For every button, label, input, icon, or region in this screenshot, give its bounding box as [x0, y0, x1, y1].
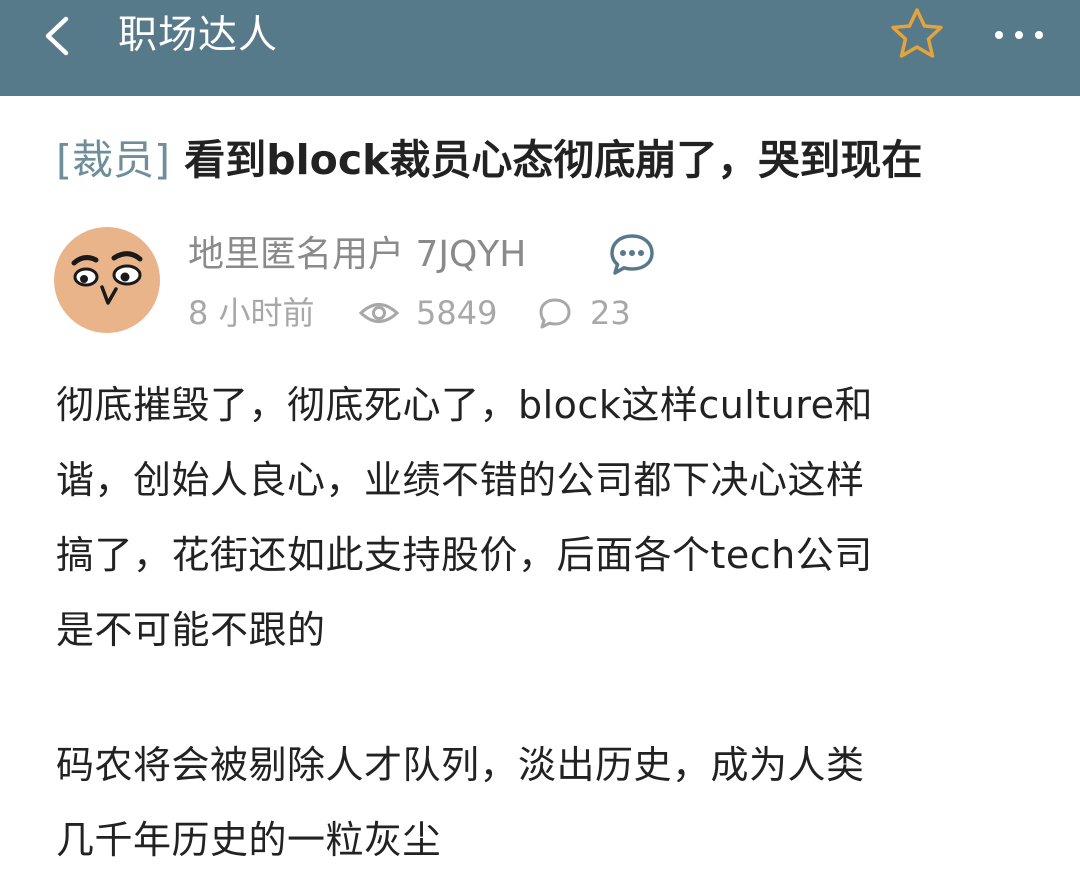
post-body-line: 码农将会被剔除人才队列，淡出历史，成为人类 [56, 743, 865, 787]
post-body-line: 几千年历史的一粒灰尘 [56, 818, 442, 862]
top-navigation-bar: 职场达人 [0, 0, 1080, 96]
more-dots-icon [995, 31, 1043, 39]
author-name[interactable]: 地里匿名用户 7JQYH [188, 228, 526, 282]
author-avatar[interactable] [54, 227, 160, 333]
post-body-line: 搞了，花街还如此支持股价，后面各个tech公司 [56, 533, 873, 577]
comment-icon [539, 298, 571, 329]
comment-count: 23 [590, 294, 631, 332]
eye-icon [358, 303, 400, 323]
back-button[interactable] [36, 14, 86, 58]
post-time: 8 小时前 [188, 294, 315, 332]
star-outline-icon [891, 8, 943, 58]
cartoon-face-avatar [54, 227, 160, 333]
favorite-button[interactable] [884, 4, 950, 66]
more-options-button[interactable] [988, 20, 1050, 50]
forum-title: 职场达人 [118, 13, 279, 58]
view-count: 5849 [416, 294, 498, 332]
chevron-left-icon [45, 16, 69, 56]
private-message-button[interactable] [608, 232, 656, 278]
post-body-line: 谐，创始人良心，业绩不错的公司都下决心这样 [56, 458, 865, 502]
post-body-line: 是不可能不跟的 [56, 608, 326, 652]
post-paragraph: 码农将会被剔除人才队列，淡出历史，成为人类 几千年历史的一粒灰尘 [56, 728, 1036, 878]
post-body-line: 彻底摧毁了，彻底死心了，block这样culture和 [56, 383, 874, 427]
post-paragraph: 彻底摧毁了，彻底死心了，block这样culture和 谐，创始人良心，业绩不错的… [56, 368, 1036, 668]
chat-bubble-icon [610, 234, 654, 275]
post-title-text: 看到block裁员心态彻底崩了，哭到现在 [184, 136, 923, 184]
post-category-tag[interactable]: [裁员] [56, 136, 170, 184]
post-title: [裁员] 看到block裁员心态彻底崩了，哭到现在 [56, 132, 1056, 192]
